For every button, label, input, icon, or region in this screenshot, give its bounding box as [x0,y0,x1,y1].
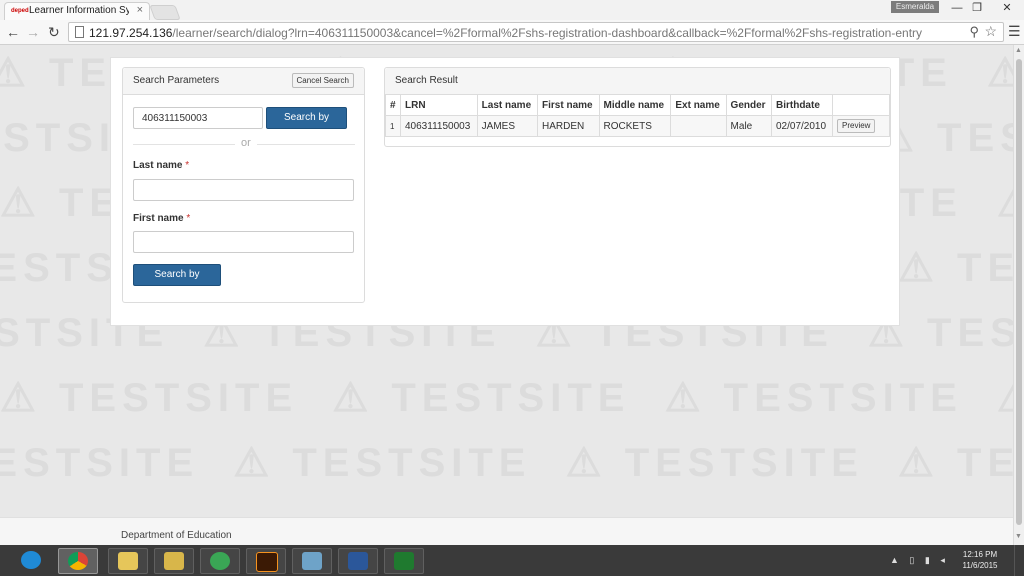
reload-icon[interactable]: ↻ [48,23,60,41]
site-favicon-icon: deped [11,8,29,14]
atom-icon [210,552,230,570]
content-card: Search Parameters Cancel Search Search b… [110,57,900,326]
column-header: Ext name [670,94,727,116]
column-header: Gender [725,94,772,116]
close-window-icon[interactable]: ✕ [990,0,1024,16]
cell-last-name: JAMES [476,115,539,137]
required-mark: * [186,213,191,224]
browser-tab-bar: deped Learner Information System × Esmer… [0,0,1024,20]
new-tab-button[interactable] [149,5,181,20]
footer-text: Department of Education [121,530,232,541]
browser-menu-icon[interactable]: ☰ [1008,23,1021,40]
restore-icon[interactable]: ❐ [960,0,994,16]
file-manager-button[interactable] [154,548,194,574]
tab-close-icon[interactable]: × [137,4,143,16]
illustrator-button[interactable] [246,548,286,574]
browser-toolbar: ← → ↻ 121.97.254.136/learner/search/dial… [0,20,1024,45]
cell-middle-name: ROCKETS [598,115,672,137]
search-parameters-panel: Search Parameters Cancel Search Search b… [122,67,365,303]
back-arrow-icon[interactable]: ← [6,23,20,41]
cell-gender: Male [725,115,772,137]
forward-arrow-icon[interactable]: → [26,23,40,41]
explorer-button[interactable] [108,548,148,574]
internet-explorer-button[interactable] [12,548,52,574]
clock-time: 12:16 PM [962,550,998,559]
word-icon [348,552,368,570]
clock-date: 11/6/2015 [962,561,998,570]
zoom-magnifier-icon[interactable]: ⚲ [969,24,979,40]
profile-badge[interactable]: Esmeralda [891,1,939,13]
cell-action: Preview [832,115,890,137]
search-by-lrn-button[interactable]: Search by LRN [266,107,347,143]
column-header: Middle name [598,94,672,116]
cell-lrn: 406311150003 [400,115,478,137]
result-table: # LRN Last name First name Middle name E… [385,94,890,137]
word-button[interactable] [338,548,378,574]
last-name-label: Last name * [133,160,190,171]
cancel-search-button[interactable]: Cancel Search [291,73,354,88]
watermark-row: ⚠ TESTSITE ⚠ TESTSITE ⚠ TESTSITE ⚠ TESTS… [0,376,1013,420]
or-text: or [235,137,257,149]
internet-explorer-icon [21,551,41,569]
cell-first-name: HARDEN [537,115,600,137]
cell-num: 1 [385,115,401,137]
search-result-panel: Search Result # LRN Last name First name… [384,67,891,147]
column-header: Last name [476,94,539,116]
page-icon [75,26,84,38]
windows-taskbar: ▲ ▯ ▮ ◂ 12:16 PM 11/6/2015 [0,545,1024,576]
column-header: Birthdate [770,94,834,116]
lrn-input[interactable] [133,107,263,129]
table-header-row: # LRN Last name First name Middle name E… [385,94,890,116]
first-name-label: First name * [133,213,191,224]
panel-heading: Search Parameters Cancel Search [123,68,364,95]
scrollbar-thumb[interactable] [1016,59,1022,525]
watermark-row: TESTSITE ⚠ TESTSITE ⚠ TESTSITE ⚠ TESTSIT… [0,441,1013,485]
url-text[interactable]: 121.97.254.136/learner/search/dialog?lrn… [89,26,959,40]
chrome-icon [68,552,88,570]
panel-title: Search Parameters [133,75,220,86]
vertical-scrollbar[interactable]: ▲ ▼ [1013,45,1024,545]
system-tray-icons[interactable]: ▲ ▯ ▮ ◂ [890,555,949,566]
search-by-name-button[interactable]: Search by Name [133,264,221,300]
show-desktop-button[interactable] [1014,545,1024,576]
url-host: 121.97.254.136 [89,26,173,40]
chrome-button[interactable] [58,548,98,574]
captivate-button[interactable] [384,548,424,574]
table-row: 1 406311150003 JAMES HARDEN ROCKETS Male… [385,115,890,137]
scroll-down-icon[interactable]: ▼ [1015,533,1022,540]
captivate-icon [394,552,414,570]
window-app-icon [302,552,322,570]
column-header: # [385,94,401,116]
browser-tab[interactable]: deped Learner Information System × [4,2,150,20]
panel-title: Search Result [395,75,458,86]
url-path: /learner/search/dialog?lrn=406311150003&… [172,26,923,40]
page-viewport: ⚠ TESTSITE ⚠ TESTSITE ⚠ TESTSITE ⚠ TESTS… [0,45,1013,545]
atom-app-button[interactable] [200,548,240,574]
last-name-input[interactable] [133,179,354,201]
cell-ext-name [670,115,727,137]
preview-button[interactable]: Preview [837,119,876,133]
address-bar[interactable]: 121.97.254.136/learner/search/dialog?lrn… [68,22,1004,42]
scroll-up-icon[interactable]: ▲ [1015,47,1022,54]
column-header: First name [537,94,600,116]
folder-icon [118,552,138,570]
column-header [832,94,890,116]
column-header: LRN [400,94,478,116]
window-app-button[interactable] [292,548,332,574]
taskbar-clock[interactable]: 12:16 PM 11/6/2015 [955,549,1005,571]
first-name-input[interactable] [133,231,354,253]
illustrator-icon [256,552,278,572]
bookmark-star-icon[interactable]: ☆ [984,23,997,40]
required-mark: * [185,160,190,171]
tab-title: Learner Information System [29,5,129,16]
file-cabinet-icon [164,552,184,570]
page-footer: Department of Education [0,517,1013,546]
cell-birthdate: 02/07/2010 [770,115,834,137]
panel-heading: Search Result [385,68,890,95]
